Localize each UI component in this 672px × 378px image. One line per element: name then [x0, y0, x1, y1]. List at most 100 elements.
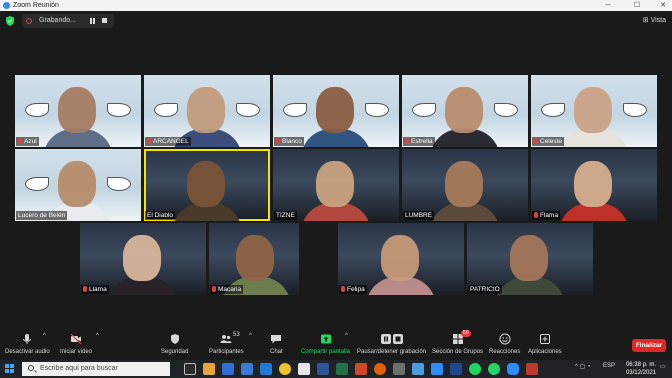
chat-label: Chat: [270, 349, 283, 355]
onenote-icon[interactable]: [298, 363, 310, 375]
zoom-logo-icon: [3, 2, 10, 9]
apps-button[interactable]: Aplicaciones: [528, 333, 562, 355]
video-tile[interactable]: Celeste: [531, 75, 657, 147]
participants-options-caret-icon[interactable]: ^: [249, 333, 252, 339]
window-title: Zoom Reunión: [13, 2, 59, 9]
participant-name-tag: Blanco: [274, 137, 304, 146]
view-button[interactable]: ⊞ Vista: [643, 15, 666, 27]
microphone-icon: [23, 334, 32, 344]
shield-icon[interactable]: [6, 16, 14, 26]
powerpoint-icon[interactable]: [355, 363, 367, 375]
mic-muted-icon: [534, 138, 538, 144]
app-icon[interactable]: [412, 363, 424, 375]
minimize-button[interactable]: ─: [601, 0, 615, 11]
participant-name-tag: ARCANGEL: [145, 137, 191, 146]
search-icon: [28, 365, 34, 371]
video-tile[interactable]: ARCANGEL: [144, 75, 270, 147]
store-icon[interactable]: [241, 363, 253, 375]
taskbar-search-placeholder: Escribe aquí para buscar: [40, 365, 118, 372]
notification-icon[interactable]: ▭: [660, 363, 666, 370]
taskbar-search-box[interactable]: Escribe aquí para buscar: [22, 362, 170, 376]
mail-icon[interactable]: [222, 363, 234, 375]
firefox-icon[interactable]: [374, 363, 386, 375]
view-label: Vista: [650, 17, 666, 24]
reactions-label: Reacciones: [489, 349, 521, 355]
video-tile[interactable]: Llama: [80, 223, 206, 295]
maximize-button[interactable]: ☐: [630, 0, 644, 11]
pause-recording-icon[interactable]: [90, 18, 96, 24]
participant-name-tag: PATRICIO: [468, 285, 502, 294]
video-tile[interactable]: Felipa: [338, 223, 464, 295]
participant-face: [187, 87, 225, 133]
language-indicator[interactable]: ESP: [603, 363, 615, 369]
video-tile[interactable]: Estrella: [402, 75, 528, 147]
reactions-button[interactable]: Reacciones: [489, 333, 520, 355]
stop-recording-icon[interactable]: [102, 18, 107, 23]
breakout-rooms-button[interactable]: Sección de Grupos: [432, 333, 483, 355]
participant-face: [58, 87, 96, 133]
reactions-icon: [499, 333, 511, 345]
start-video-label: Iniciar video: [60, 349, 93, 355]
video-tile[interactable]: LUMBRE: [402, 149, 528, 221]
participant-face: [187, 161, 225, 207]
start-video-button[interactable]: Iniciar video: [60, 333, 92, 355]
app-icon[interactable]: [526, 363, 538, 375]
video-tile[interactable]: Flama: [531, 149, 657, 221]
video-tile[interactable]: Azul: [15, 75, 141, 147]
participant-name-tag: Estrella: [403, 137, 435, 146]
participant-face: [316, 87, 354, 133]
pause-recording-button[interactable]: Pausar/detener grabación: [357, 333, 426, 355]
windows-start-icon[interactable]: [5, 364, 15, 374]
mic-muted-icon: [276, 138, 280, 144]
angel-wing: [154, 103, 178, 117]
video-options-caret-icon[interactable]: ^: [96, 333, 99, 339]
system-tray-icons[interactable]: ^ ▢ ◔: [575, 363, 590, 370]
spotify-icon[interactable]: [469, 363, 481, 375]
excel-icon[interactable]: [336, 363, 348, 375]
share-screen-icon: [320, 334, 331, 344]
chat-button[interactable]: Chat: [270, 333, 283, 355]
word-icon[interactable]: [317, 363, 329, 375]
share-options-caret-icon[interactable]: ^: [345, 333, 348, 339]
angel-wing: [365, 103, 389, 117]
participant-name-tag: TIZNE: [274, 211, 297, 220]
window-title-bar: Zoom Reunión ─ ☐ ✕: [0, 0, 672, 11]
angel-wing: [541, 103, 565, 117]
share-screen-label: Compartir pantalla: [301, 349, 351, 355]
security-button[interactable]: Seguridad: [161, 333, 188, 355]
taskbar-clock[interactable]: 06:38 p. m. 03/12/2021: [626, 361, 656, 377]
video-off-icon: [70, 333, 82, 345]
video-tile[interactable]: Blanco: [273, 75, 399, 147]
participant-name-tag: El Diablo: [145, 211, 176, 220]
participant-face: [123, 235, 161, 281]
participant-face: [445, 87, 483, 133]
zoom-taskbar-icon[interactable]: [507, 363, 519, 375]
angel-wing: [107, 103, 131, 117]
audio-options-caret-icon[interactable]: ^: [43, 333, 46, 339]
meeting-top-bar: Grabando... ⊞ Vista: [0, 11, 672, 31]
grid-icon: ⊞: [642, 17, 649, 24]
video-tile[interactable]: TIZNE: [273, 149, 399, 221]
app-icon[interactable]: [431, 363, 443, 375]
task-view-icon[interactable]: [184, 363, 196, 375]
close-button[interactable]: ✕: [656, 0, 670, 11]
end-meeting-button[interactable]: Finalizar: [632, 339, 666, 352]
angel-wing: [412, 103, 436, 117]
chrome-icon[interactable]: [279, 363, 291, 375]
mic-muted-icon: [405, 138, 409, 144]
mic-muted-icon: [341, 286, 345, 292]
app-icon[interactable]: [393, 363, 405, 375]
participant-face: [574, 161, 612, 207]
video-tile[interactable]: Macaria: [209, 223, 299, 295]
app-icon[interactable]: [450, 363, 462, 375]
share-screen-button[interactable]: Compartir pantalla: [301, 333, 350, 355]
video-tile[interactable]: Lucero de Belén: [15, 149, 141, 221]
security-label: Seguridad: [161, 349, 189, 355]
video-tile[interactable]: PATRICIO: [467, 223, 593, 295]
file-explorer-icon[interactable]: [203, 363, 215, 375]
windows-taskbar: Escribe aquí para buscar ^ ▢ ◔ ESP 06:38…: [0, 360, 672, 378]
participant-face: [574, 87, 612, 133]
video-tile-active-speaker[interactable]: El Diablo: [144, 149, 270, 221]
whatsapp-icon[interactable]: [488, 363, 500, 375]
edge-icon[interactable]: [260, 363, 272, 375]
